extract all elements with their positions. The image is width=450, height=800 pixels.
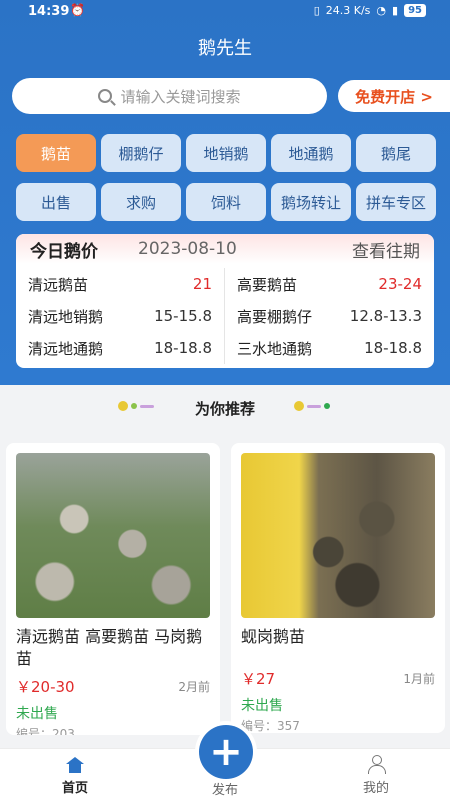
listing-number: 编号：357 — [241, 719, 300, 733]
category-item-farm-transfer[interactable]: 鹅场转让 — [271, 183, 351, 221]
search-icon — [98, 89, 113, 103]
today-price-card: 今日鹅价 2023-08-10 查看往期 清远鹅苗 21 清远地销鹅 15-15… — [16, 234, 434, 368]
listing-price: ￥27 — [241, 670, 276, 688]
listing-card[interactable]: 蚬岗鹅苗 ￥27 1月前 未出售 编号：357 — [231, 443, 445, 733]
tab-home-label: 首页 — [61, 781, 88, 796]
search-placeholder: 请输入关键词搜索 — [120, 87, 241, 106]
publish-button[interactable]: + — [199, 725, 253, 779]
price-row: 清远鹅苗 21 — [28, 268, 212, 300]
user-icon — [367, 755, 386, 774]
price-name: 清远地通鹅 — [28, 339, 104, 358]
price-row: 高要棚鹅仔 12.8-13.3 — [237, 300, 422, 332]
listing-image — [16, 453, 210, 618]
history-link[interactable]: 查看往期 — [352, 237, 420, 262]
listing-title: 蚬岗鹅苗 — [241, 627, 306, 646]
price-value: 12.8-13.3 — [349, 307, 422, 325]
category-item-shed-goose[interactable]: 棚鹅仔 — [101, 134, 181, 172]
today-price-header: 今日鹅价 2023-08-10 查看往期 — [16, 234, 434, 264]
status-icons: ▯ 24.3 K/s ◔ ▮ 95 — [314, 4, 426, 17]
today-price-title: 今日鹅价 — [30, 241, 98, 262]
price-value: 15-15.8 — [154, 307, 212, 325]
status-bar: 14:39 ⏰ ▯ 24.3 K/s ◔ ▮ 95 — [0, 0, 450, 24]
category-item-buy[interactable]: 求购 — [101, 183, 181, 221]
wifi-icon: ◔ — [376, 4, 387, 17]
open-shop-button[interactable]: 免费开店 > — [338, 80, 450, 112]
price-value: 23-24 — [378, 275, 422, 293]
category-item-carpool[interactable]: 拼车专区 — [356, 183, 436, 221]
price-name: 清远地销鹅 — [28, 307, 104, 326]
listing-image — [241, 453, 435, 618]
net-speed: 24.3 K/s — [325, 4, 371, 17]
tab-mine[interactable]: 我的 — [336, 753, 416, 796]
listing-title: 清远鹅苗 高要鹅苗 马岗鹅苗 — [16, 627, 203, 668]
category-item-local-sale-goose[interactable]: 地销鹅 — [186, 134, 266, 172]
price-row: 清远地通鹅 18-18.8 — [28, 332, 212, 364]
price-row: 三水地通鹅 18-18.8 — [237, 332, 422, 364]
listing-status: 未出售 — [16, 706, 58, 722]
recommend-title: 为你推荐 — [194, 400, 255, 418]
listing-status: 未出售 — [241, 698, 283, 714]
listing-time: 1月前 — [403, 672, 435, 686]
alarm-icon: ⏰ — [70, 3, 85, 17]
listing-price: ￥20-30 — [16, 678, 75, 696]
signal-icon: ▮ — [392, 4, 399, 17]
category-item-sell[interactable]: 出售 — [16, 183, 96, 221]
listing-number: 编号：203 — [16, 727, 75, 735]
plus-icon: + — [209, 729, 243, 775]
price-row: 清远地销鹅 15-15.8 — [28, 300, 212, 332]
category-item-feed[interactable]: 饲料 — [186, 183, 266, 221]
price-column-left: 清远鹅苗 21 清远地销鹅 15-15.8 清远地通鹅 18-18.8 — [16, 268, 225, 364]
listing-card[interactable]: 清远鹅苗 高要鹅苗 马岗鹅苗 ￥20-30 2月前 未出售 编号：203 — [6, 443, 220, 735]
listing-time: 2月前 — [178, 680, 210, 694]
tab-mine-label: 我的 — [362, 781, 389, 796]
battery-icon: 95 — [404, 4, 426, 17]
category-item-local-general-goose[interactable]: 地通鹅 — [271, 134, 351, 172]
search-input[interactable]: 请输入关键词搜索 — [12, 78, 327, 114]
price-value: 21 — [192, 275, 212, 293]
recommend-decoration-right — [294, 401, 330, 411]
price-value: 18-18.8 — [154, 339, 212, 357]
price-value: 18-18.8 — [364, 339, 422, 357]
vibrate-icon: ▯ — [313, 4, 320, 17]
tab-home[interactable]: 首页 — [35, 753, 115, 796]
price-name: 三水地通鹅 — [237, 339, 313, 358]
status-time: 14:39 — [28, 4, 70, 19]
tab-publish-label: 发布 — [211, 783, 238, 798]
category-grid: 鹅苗 棚鹅仔 地销鹅 地通鹅 鹅尾 出售 求购 饲料 鹅场转让 拼车专区 — [16, 134, 436, 221]
price-name: 清远鹅苗 — [28, 275, 89, 294]
category-item-goose-chick[interactable]: 鹅苗 — [16, 134, 96, 172]
today-price-date: 2023-08-10 — [138, 239, 237, 259]
app-title: 鹅先生 — [198, 38, 252, 59]
price-column-right: 高要鹅苗 23-24 高要棚鹅仔 12.8-13.3 三水地通鹅 18-18.8 — [225, 268, 434, 364]
price-name: 高要鹅苗 — [237, 275, 298, 294]
category-item-goose-tail[interactable]: 鹅尾 — [356, 134, 436, 172]
price-name: 高要棚鹅仔 — [237, 307, 313, 326]
home-icon — [66, 757, 84, 773]
price-row: 高要鹅苗 23-24 — [237, 268, 422, 300]
